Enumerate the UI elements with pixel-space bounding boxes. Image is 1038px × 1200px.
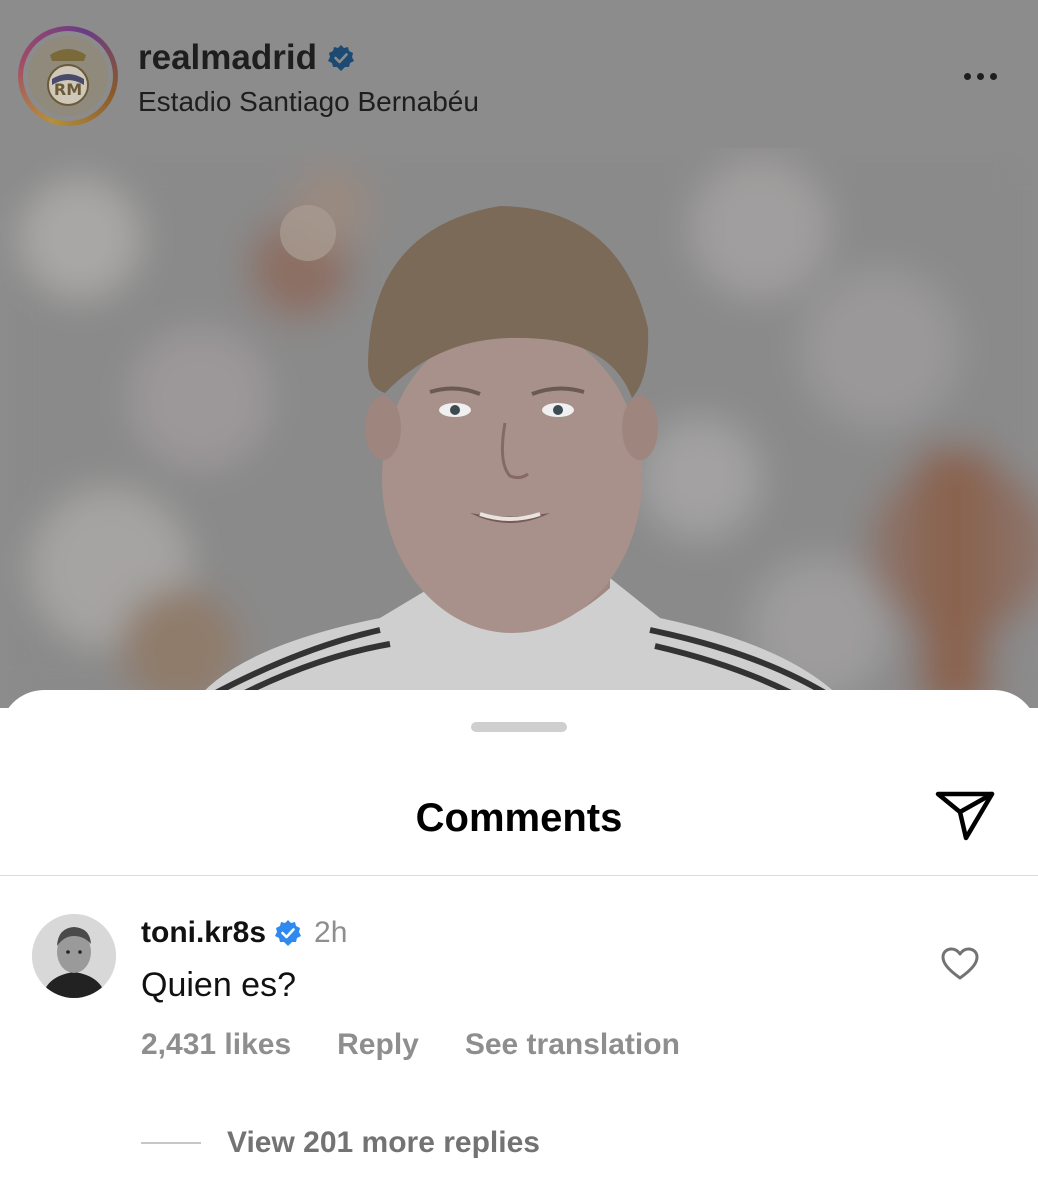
sheet-drag-handle[interactable] bbox=[471, 722, 567, 732]
reply-button[interactable]: Reply bbox=[337, 1028, 419, 1062]
verified-badge-icon bbox=[275, 920, 302, 946]
more-dots-icon bbox=[963, 72, 971, 80]
commenter-username[interactable]: toni.kr8s bbox=[141, 916, 266, 950]
club-crest-icon: RM bbox=[47, 49, 89, 106]
post-photo bbox=[0, 148, 1038, 708]
heart-outline-icon bbox=[941, 947, 979, 980]
share-button[interactable] bbox=[930, 786, 1000, 846]
view-replies-button[interactable]: View 201 more replies bbox=[227, 1126, 540, 1160]
comment-actions: 2,431 likes Reply See translation bbox=[141, 1028, 680, 1062]
post-header: RM realmadrid Estadio Santiago Bernabéu bbox=[0, 0, 1038, 148]
svg-text:RM: RM bbox=[54, 80, 82, 99]
sheet-divider bbox=[0, 875, 1038, 876]
player-portrait-image bbox=[0, 148, 1038, 708]
verified-badge-icon bbox=[327, 45, 354, 71]
replies-line bbox=[141, 1142, 201, 1144]
post-username[interactable]: realmadrid bbox=[138, 38, 355, 78]
commenter-photo bbox=[32, 914, 116, 998]
view-replies-row[interactable]: View 201 more replies bbox=[141, 1126, 540, 1160]
account-avatar[interactable]: RM bbox=[18, 26, 118, 126]
comment-text: Quien es? bbox=[141, 966, 296, 1004]
comment-timestamp: 2h bbox=[314, 916, 348, 949]
comments-title: Comments bbox=[415, 796, 623, 840]
more-options-button[interactable] bbox=[950, 58, 1010, 94]
likes-count[interactable]: 2,431 likes bbox=[141, 1028, 291, 1062]
like-comment-button[interactable] bbox=[940, 946, 980, 982]
post-username-label[interactable]: realmadrid bbox=[138, 38, 317, 78]
send-paper-plane-icon bbox=[935, 791, 995, 841]
post-location[interactable]: Estadio Santiago Bernabéu bbox=[138, 86, 479, 118]
commenter-avatar[interactable] bbox=[32, 914, 116, 998]
comments-sheet: Comments toni.kr8s 2h Quien es? 2,431 li… bbox=[0, 690, 1038, 1200]
see-translation-button[interactable]: See translation bbox=[465, 1028, 680, 1062]
comment-header: toni.kr8s 2h bbox=[141, 916, 347, 950]
